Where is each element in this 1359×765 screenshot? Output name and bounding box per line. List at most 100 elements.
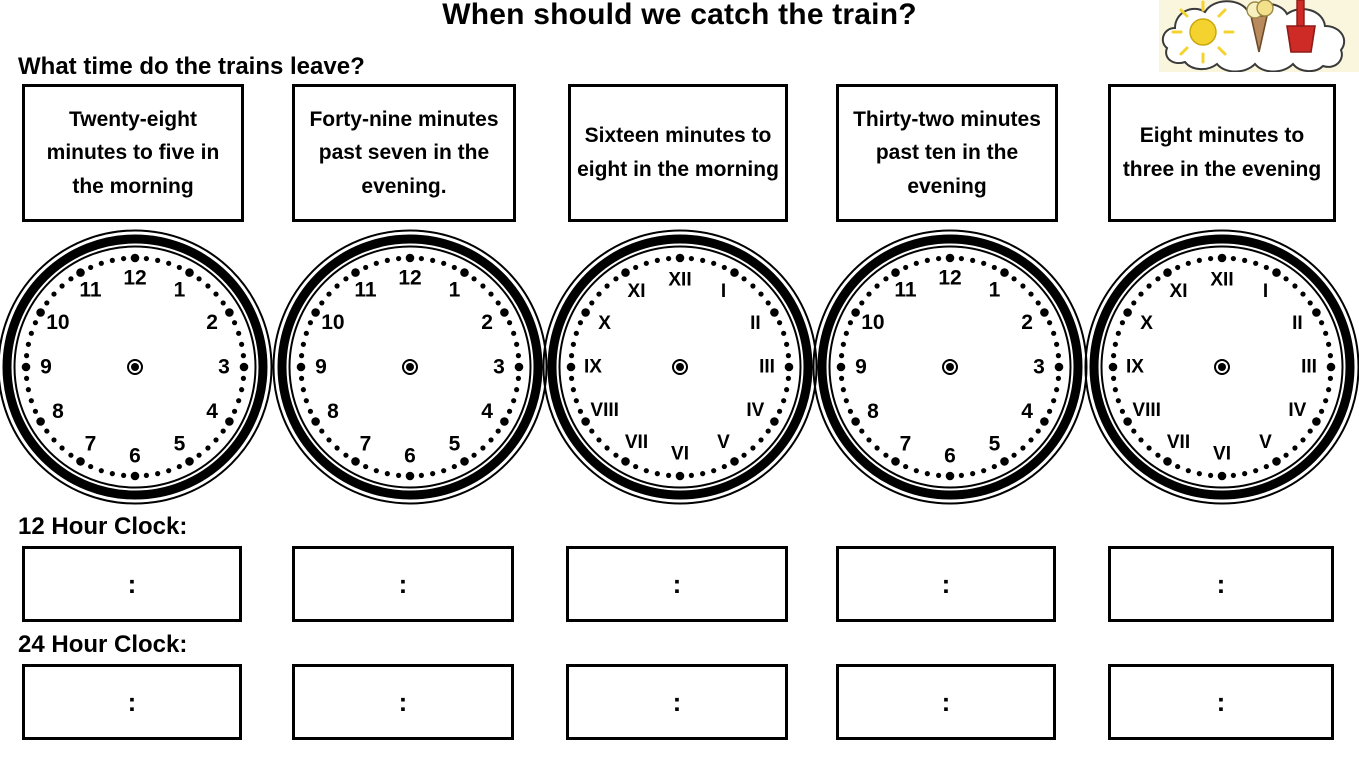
clock-numeral: 6 [129,445,141,468]
clock-numeral: II [1292,313,1303,334]
time-description-text: Sixteen minutes to eight in the morning [577,124,779,181]
answer-box-24-hour[interactable]: : [1108,664,1334,740]
clock-face-svg: 121234567891011 [812,229,1088,505]
clock-face-svg: 121234567891011 [272,229,548,505]
clock-numeral: 7 [85,433,97,456]
clock-numeral: 5 [449,433,461,456]
clock-numeral: 10 [321,311,344,334]
clock-numeral: 3 [218,356,230,379]
clock-numeral: 8 [327,400,339,423]
time-separator-colon: : [398,686,408,717]
answer-box-24-hour[interactable]: : [566,664,788,740]
answer-box-12-hour[interactable]: : [836,546,1056,622]
answer-box-12-hour[interactable]: : [292,546,514,622]
clock-numeral: 2 [481,311,493,334]
label-24-hour-clock: 24 Hour Clock: [18,631,188,658]
time-description-box: Eight minutes to three in the evening [1108,84,1336,222]
answer-box-24-hour[interactable]: : [292,664,514,740]
time-separator-colon: : [672,568,682,599]
clock-numeral: 5 [174,433,186,456]
prompt-question: What time do the trains leave? [18,53,365,80]
clock-numeral: 4 [1021,400,1033,423]
clock-numeral: 11 [354,278,377,301]
clock-numeral: II [750,313,761,334]
clock-numeral: 2 [1021,311,1033,334]
clock-numeral: XII [1210,270,1233,291]
time-separator-colon: : [398,568,408,599]
time-description-text: Forty-nine minutes past seven in the eve… [309,107,499,198]
clock-numeral: 8 [52,400,64,423]
clock-numeral: 3 [493,356,505,379]
clock-numeral: 12 [123,267,146,290]
clock-numeral: 12 [398,267,421,290]
time-separator-colon: : [941,568,951,599]
time-separator-colon: : [127,686,137,717]
time-separator-colon: : [127,568,137,599]
time-description-text: Thirty-two minutes past ten in the eveni… [853,107,1041,198]
clock-numeral: VIII [1132,400,1161,421]
clock-numeral: 12 [938,267,961,290]
time-separator-colon: : [1216,568,1226,599]
clock-numeral: 1 [989,278,1001,301]
answer-box-24-hour[interactable]: : [22,664,242,740]
clock-numeral: VII [625,432,648,453]
clock-numeral: X [598,313,611,334]
time-description-box: Sixteen minutes to eight in the morning [568,84,788,222]
clock-numeral: 6 [404,445,416,468]
answer-box-12-hour[interactable]: : [1108,546,1334,622]
clock-numeral: XII [668,270,691,291]
answer-box-12-hour[interactable]: : [566,546,788,622]
clock-face-svg: 121234567891011 [0,229,273,505]
time-separator-colon: : [672,686,682,717]
time-separator-colon: : [941,686,951,717]
time-description-box: Twenty-eight minutes to five in the morn… [22,84,244,222]
clock-numeral: 9 [315,356,327,379]
page-title: When should we catch the train? [442,0,917,31]
clock-face-svg: XIIIIIIIIIVVVIVIIVIIIIXXXI [1084,229,1359,505]
clock-numeral: VIII [590,400,619,421]
clock-numeral: 9 [40,356,52,379]
clock-numeral: 1 [449,278,461,301]
answer-box-12-hour[interactable]: : [22,546,242,622]
time-separator-colon: : [1216,686,1226,717]
clock-numeral: 7 [360,433,372,456]
label-12-hour-clock: 12 Hour Clock: [18,513,188,540]
clock-numeral: 10 [861,311,884,334]
answer-box-24-hour[interactable]: : [836,664,1056,740]
clock-numeral: 8 [867,400,879,423]
clock-numeral: 9 [855,356,867,379]
clock-numeral: XI [628,281,646,302]
clock-numeral: 11 [894,278,917,301]
clock-numeral: V [1259,432,1272,453]
clock-numeral: 4 [206,400,218,423]
clock-numeral: 3 [1033,356,1045,379]
time-description-box: Thirty-two minutes past ten in the eveni… [836,84,1058,222]
clock-numeral: 4 [481,400,493,423]
clock-numeral: V [717,432,730,453]
clock-numeral: X [1140,313,1153,334]
clock-numeral: IX [1126,357,1144,378]
clock-numeral: III [1301,357,1317,378]
clock-numeral: 11 [79,278,102,301]
clock-numeral: 2 [206,311,218,334]
clock-face[interactable]: XII I II III IV V VI VII VIII IX X XI [541,228,819,506]
clock-numeral: IX [584,357,602,378]
clock-face[interactable]: XII I II III IV V VI VII VIII IX X XI [1083,228,1359,506]
clock-numeral: VII [1167,432,1190,453]
time-description-text: Eight minutes to three in the evening [1122,124,1322,181]
clock-numeral: III [759,357,775,378]
clock-face[interactable]: 12 1 2 3 4 5 6 7 8 9 10 11 [271,228,549,506]
clock-numeral: XI [1170,281,1188,302]
clock-numeral: 5 [989,433,1001,456]
clock-numeral: 6 [944,445,956,468]
clock-face[interactable]: 12 1 2 3 4 5 6 7 8 9 10 11 [811,228,1089,506]
clock-face[interactable]: 12 1 2 3 4 5 6 7 8 9 10 11 [0,228,274,506]
clock-numeral: VI [671,444,689,465]
clock-numeral: I [1263,281,1268,302]
clock-numeral: 1 [174,278,186,301]
clock-numeral: IV [746,400,764,421]
clock-face-svg: XIIIIIIIIIVVVIVIIVIIIIXXXI [542,229,818,505]
time-description-text: Twenty-eight minutes to five in the morn… [46,107,220,198]
clock-numeral: IV [1288,400,1306,421]
time-description-box: Forty-nine minutes past seven in the eve… [292,84,516,222]
